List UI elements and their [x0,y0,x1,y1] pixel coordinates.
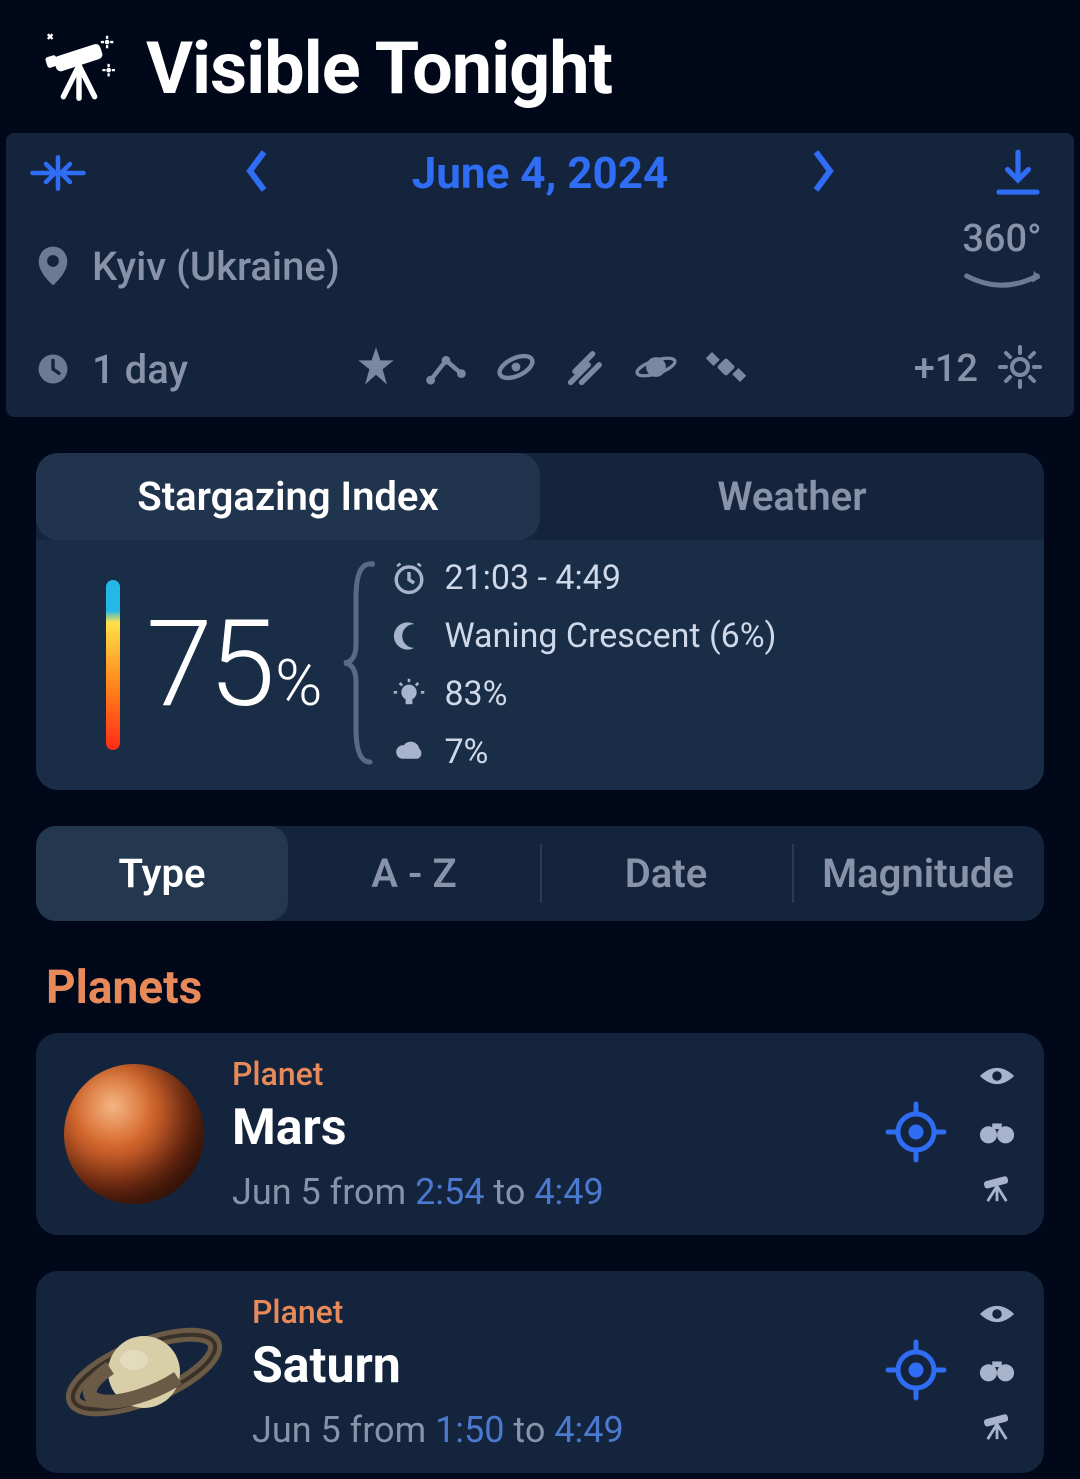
page-title: Visible Tonight [146,26,612,111]
moon-icon [392,619,426,653]
clock-icon [392,561,426,595]
mars-image [64,1064,204,1204]
dark-window: 21:03 - 4:49 [444,558,621,598]
binoculars-icon [978,1355,1016,1389]
telescope-small-icon [978,1411,1016,1445]
sort-bar: Type A - Z Date Magnitude [36,826,1044,921]
time-start: 1:50 [435,1409,504,1451]
sort-az[interactable]: A - Z [288,826,540,921]
cloud-cover: 7% [444,732,488,772]
object-name: Mars [232,1099,856,1157]
location-text: Kyiv (Ukraine) [92,243,340,290]
date-panel: June 4, 2024 Kyiv (Ukraine) 360° [6,133,1074,417]
bulb-icon [392,677,426,711]
time-end: 4:49 [554,1409,623,1451]
section-title: Planets [46,961,1080,1015]
object-name: Saturn [252,1337,856,1395]
moon-phase: Waning Crescent (6%) [444,616,776,656]
eye-icon [978,1299,1016,1333]
download-icon[interactable] [992,147,1044,199]
page-header: Visible Tonight [0,0,1080,133]
location-pin-icon [36,245,70,287]
index-number: 75 [146,595,271,735]
filter-icons [354,345,748,393]
telescope-icon [40,28,118,110]
satellite-filter-icon[interactable] [704,345,748,393]
clock-icon [36,352,70,386]
brightness-icon[interactable] [996,343,1044,395]
sort-magnitude[interactable]: Magnitude [792,826,1044,921]
extra-count[interactable]: +12 [914,347,978,391]
time-start: 2:54 [415,1171,484,1213]
time-end: 4:49 [534,1171,603,1213]
date-label[interactable]: June 4, 2024 [412,147,669,199]
time-prefix: Jun 5 from [252,1409,435,1451]
telescope-small-icon [978,1173,1016,1207]
galaxy-filter-icon[interactable] [494,345,538,393]
collapse-icon[interactable] [28,153,88,193]
time-prefix: Jun 5 from [232,1171,415,1213]
tab-stargazing-index[interactable]: Stargazing Index [36,453,540,540]
object-card-mars[interactable]: Planet Mars Jun 5 from 2:54 to 4:49 [36,1033,1044,1235]
sort-date[interactable]: Date [540,826,792,921]
brace-icon [338,558,378,772]
next-day-button[interactable] [808,148,838,198]
time-mid: to [505,1409,555,1451]
planet-filter-icon[interactable] [634,345,678,393]
object-card-saturn[interactable]: Planet Saturn Jun 5 from 1:50 to 4:49 [36,1271,1044,1473]
constellation-filter-icon[interactable] [424,345,468,393]
prev-day-button[interactable] [242,148,272,198]
object-type: Planet [232,1055,856,1093]
star-filter-icon[interactable] [354,345,398,393]
period-text: 1 day [92,346,188,393]
stargazing-card: Stargazing Index Weather 75% 21:03 - 4:4… [36,453,1044,790]
object-type: Planet [252,1293,856,1331]
meteor-filter-icon[interactable] [564,345,608,393]
light-pollution: 83% [444,674,507,714]
panorama-icon[interactable] [960,261,1044,315]
cloud-icon [392,735,426,769]
locate-button[interactable] [884,1338,948,1406]
index-value: 75% [146,595,318,735]
tab-weather[interactable]: Weather [540,453,1044,540]
object-time: Jun 5 from 2:54 to 4:49 [232,1171,856,1213]
object-time: Jun 5 from 1:50 to 4:49 [252,1409,856,1451]
index-gradient-bar [106,580,120,750]
location-button[interactable]: Kyiv (Ukraine) [36,243,340,290]
eye-icon [978,1061,1016,1095]
period-button[interactable]: 1 day [36,346,188,393]
saturn-image [64,1302,224,1442]
percent-sign: % [275,646,318,721]
binoculars-icon [978,1117,1016,1151]
time-mid: to [485,1171,535,1213]
locate-button[interactable] [884,1100,948,1168]
sort-type[interactable]: Type [36,826,288,921]
panorama-label[interactable]: 360° [962,217,1041,261]
